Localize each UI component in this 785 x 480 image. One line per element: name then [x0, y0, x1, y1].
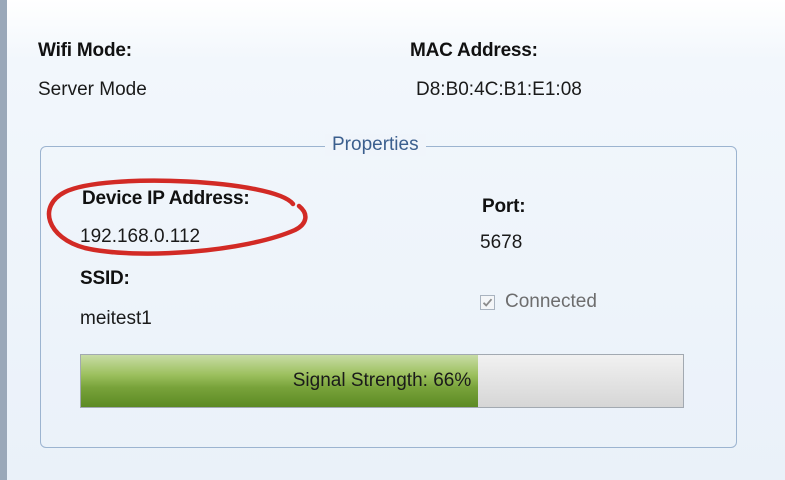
checkmark-icon [482, 298, 493, 307]
wifi-mode-value: Server Mode [38, 79, 147, 100]
left-border [0, 0, 7, 480]
properties-title: Properties [325, 134, 426, 156]
signal-strength-text: Signal Strength: 66% [292, 370, 472, 391]
wifi-mode-label: Wifi Mode: [38, 40, 132, 61]
device-ip-label: Device IP Address: [82, 188, 250, 209]
connected-checkbox-row[interactable]: Connected [480, 291, 597, 313]
device-ip-value: 192.168.0.112 [80, 226, 201, 247]
port-value: 5678 [480, 232, 523, 253]
port-label: Port: [482, 196, 526, 217]
signal-strength-bar: Signal Strength: 66% [80, 354, 684, 408]
mac-address-value: D8:B0:4C:B1:E1:08 [416, 79, 582, 100]
mac-address-label: MAC Address: [410, 40, 538, 61]
connected-label: Connected [505, 291, 597, 312]
connected-checkbox[interactable] [480, 294, 495, 310]
ssid-label: SSID: [80, 268, 130, 289]
ssid-value: meitest1 [80, 308, 152, 329]
